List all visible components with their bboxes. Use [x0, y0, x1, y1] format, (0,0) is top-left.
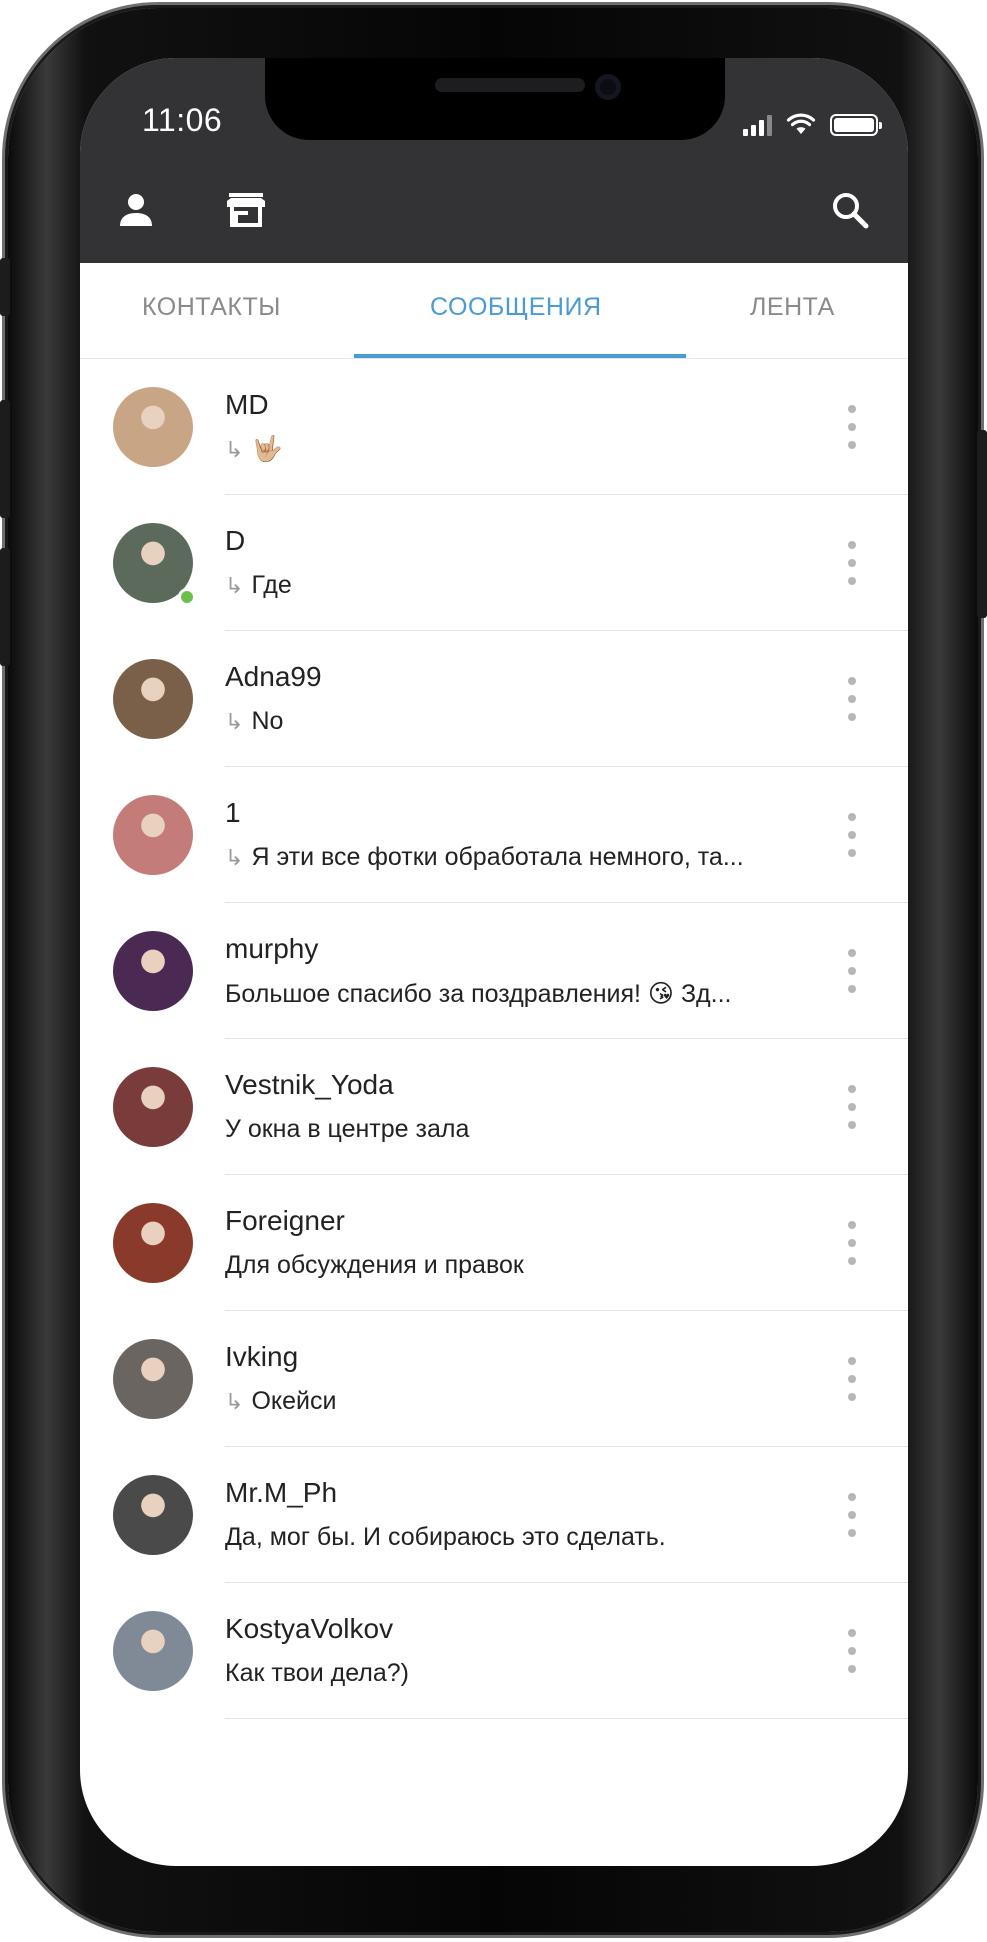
chat-list: MD ↳ 🤟🏼 D ↳ Где Adna99 ↳ No 1 ↳ Я эти все фотки обр…	[80, 359, 908, 1719]
reply-arrow-icon: ↳	[225, 437, 244, 462]
avatar[interactable]	[113, 1067, 193, 1147]
avatar[interactable]	[113, 1475, 193, 1555]
wifi-icon	[786, 113, 816, 134]
chat-preview-text: Большое спасибо за поздравления! 😘 Зд...	[225, 980, 732, 1008]
reply-arrow-icon: ↳	[225, 573, 244, 598]
chat-row[interactable]: MD ↳ 🤟🏼	[80, 359, 908, 495]
reply-arrow-icon: ↳	[225, 845, 244, 870]
chat-preview: ↳ 🤟🏼	[225, 435, 825, 464]
person-icon[interactable]	[116, 190, 156, 230]
avatar[interactable]	[113, 931, 193, 1011]
tab-bar: КОНТАКТЫ СООБЩЕНИЯ ЛЕНТА	[80, 263, 908, 359]
chat-name: D	[225, 525, 246, 556]
app-header: 11:06	[80, 58, 908, 263]
chat-row[interactable]: murphy Большое спасибо за поздравления! 😘…	[80, 903, 908, 1039]
volume-down-button	[0, 548, 10, 666]
more-vertical-icon[interactable]	[842, 1357, 862, 1401]
earpiece	[435, 78, 585, 92]
chat-preview-text: Где	[251, 571, 292, 599]
more-vertical-icon[interactable]	[842, 1629, 862, 1673]
more-vertical-icon[interactable]	[842, 405, 862, 449]
chat-preview-text: У окна в центре зала	[225, 1115, 470, 1143]
avatar[interactable]	[113, 795, 193, 875]
reply-arrow-icon: ↳	[225, 709, 244, 734]
chat-preview-text: Для обсуждения и правок	[225, 1251, 524, 1279]
store-icon[interactable]	[226, 190, 266, 230]
tab-contacts[interactable]: КОНТАКТЫ	[142, 293, 281, 322]
power-button	[977, 430, 987, 618]
volume-up-button	[0, 400, 10, 518]
chat-preview-text: Как твои дела?)	[225, 1659, 409, 1687]
chat-preview: Как твои дела?)	[225, 1659, 825, 1688]
battery-icon	[830, 114, 882, 136]
tab-feed[interactable]: ЛЕНТА	[750, 293, 835, 322]
chat-name: 1	[225, 797, 241, 828]
chat-preview: У окна в центре зала	[225, 1115, 825, 1144]
reply-arrow-icon: ↳	[225, 1389, 244, 1414]
chat-row[interactable]: Ivking ↳ Окейси	[80, 1311, 908, 1447]
chat-row[interactable]: D ↳ Где	[80, 495, 908, 631]
search-icon[interactable]	[830, 190, 870, 230]
chat-name: Ivking	[225, 1341, 299, 1372]
chat-preview: Для обсуждения и правок	[225, 1251, 825, 1280]
chat-preview: ↳ Я эти все фотки обработала немного, та.…	[225, 843, 825, 872]
phone-screen: 11:06 КОНТАКТЫ СООБЩЕНИЯ ЛЕНТА MD ↳ 🤟🏼 D…	[80, 58, 908, 1866]
avatar[interactable]	[113, 659, 193, 739]
chat-preview-text: Окейси	[251, 1387, 337, 1415]
active-tab-indicator	[354, 354, 686, 358]
chat-name: Foreigner	[225, 1205, 345, 1236]
signal-icon	[743, 114, 772, 136]
chat-row[interactable]: Adna99 ↳ No	[80, 631, 908, 767]
front-camera	[595, 74, 621, 100]
status-icons	[743, 108, 882, 136]
tab-messages[interactable]: СООБЩЕНИЯ	[430, 293, 602, 322]
chat-preview: ↳ No	[225, 707, 825, 736]
chat-preview: Большое спасибо за поздравления! 😘 Зд...	[225, 979, 825, 1009]
chat-row[interactable]: Vestnik_Yoda У окна в центре зала	[80, 1039, 908, 1175]
mute-switch	[0, 258, 10, 316]
chat-name: KostyaVolkov	[225, 1613, 394, 1644]
more-vertical-icon[interactable]	[842, 813, 862, 857]
chat-preview-text: Да, мог бы. И собираюсь это сделать.	[225, 1523, 666, 1551]
chat-preview: Да, мог бы. И собираюсь это сделать.	[225, 1523, 825, 1552]
chat-name: murphy	[225, 933, 319, 964]
chat-row[interactable]: Foreigner Для обсуждения и правок	[80, 1175, 908, 1311]
more-vertical-icon[interactable]	[842, 1493, 862, 1537]
status-time: 11:06	[142, 102, 223, 138]
chat-row[interactable]: KostyaVolkov Как твои дела?)	[80, 1583, 908, 1719]
chat-name: Mr.M_Ph	[225, 1477, 338, 1508]
avatar[interactable]	[113, 1611, 193, 1691]
chat-preview: ↳ Где	[225, 571, 825, 600]
chat-name: MD	[225, 389, 269, 420]
chat-preview-text: Я эти все фотки обработала немного, та..…	[251, 843, 744, 871]
chat-preview: ↳ Окейси	[225, 1387, 825, 1416]
online-indicator	[178, 588, 196, 606]
more-vertical-icon[interactable]	[842, 1085, 862, 1129]
row-divider	[225, 1718, 908, 1719]
notch	[265, 58, 725, 140]
avatar[interactable]	[113, 1203, 193, 1283]
chat-row[interactable]: Mr.M_Ph Да, мог бы. И собираюсь это сдела…	[80, 1447, 908, 1583]
chat-preview-text: No	[251, 707, 284, 735]
more-vertical-icon[interactable]	[842, 1221, 862, 1265]
chat-row[interactable]: 1 ↳ Я эти все фотки обработала немного, та…	[80, 767, 908, 903]
chat-name: Vestnik_Yoda	[225, 1069, 394, 1100]
more-vertical-icon[interactable]	[842, 677, 862, 721]
avatar[interactable]	[113, 1339, 193, 1419]
more-vertical-icon[interactable]	[842, 541, 862, 585]
more-vertical-icon[interactable]	[842, 949, 862, 993]
chat-name: Adna99	[225, 661, 322, 692]
chat-preview-text: 🤟🏼	[251, 435, 283, 463]
avatar[interactable]	[113, 387, 193, 467]
